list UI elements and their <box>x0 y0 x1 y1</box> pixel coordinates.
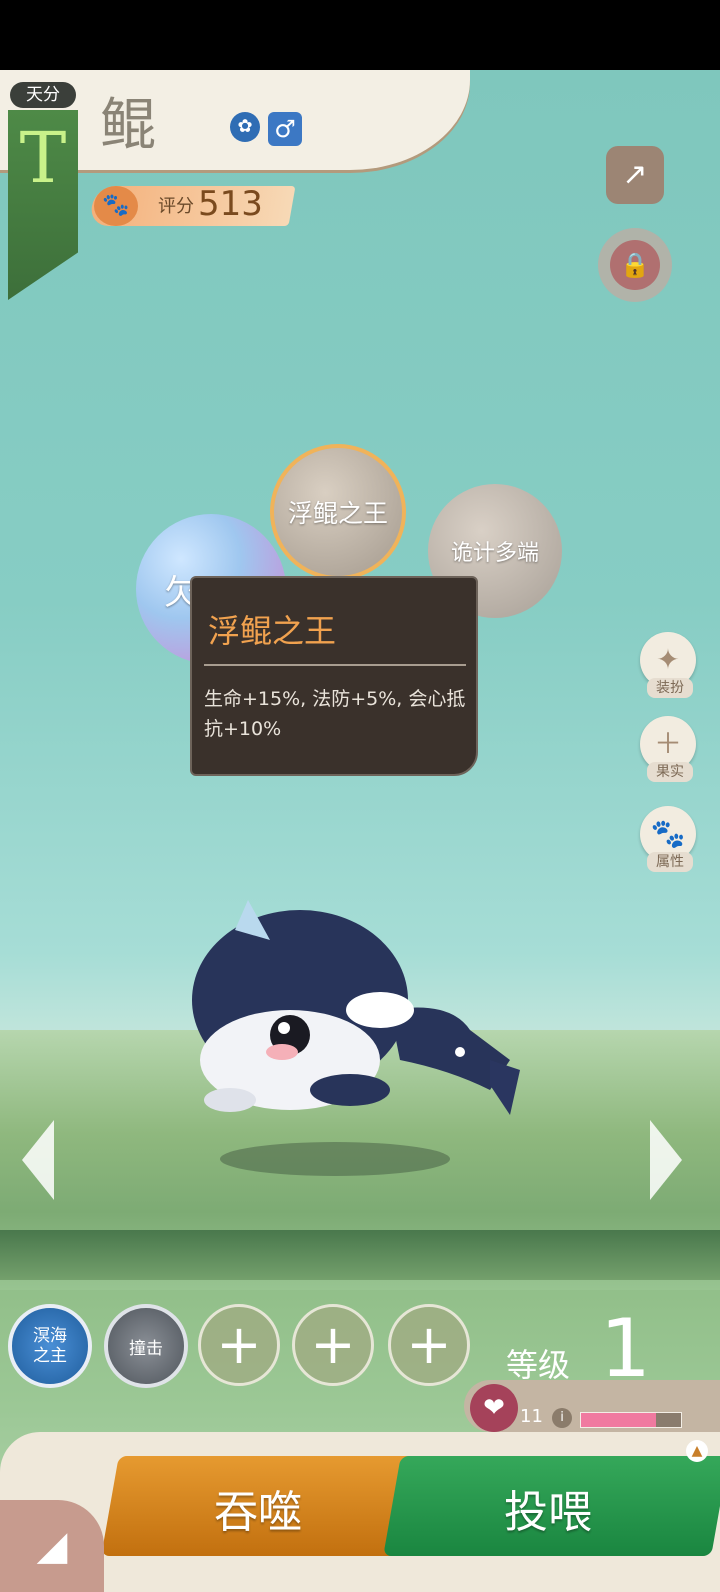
upgrade-arrow-icon: ▲ <box>686 1440 708 1462</box>
fruit-label: 果实 <box>647 762 693 782</box>
add-skill-button[interactable]: + <box>292 1304 374 1386</box>
info-icon[interactable]: i <box>552 1408 572 1428</box>
pet-name: 鲲 <box>100 93 156 158</box>
trait-tooltip: 浮鲲之王 生命+15%, 法防+5%, 会心抵抗+10% <box>190 576 478 776</box>
skill-slot-1[interactable]: 溟海之主 <box>8 1304 92 1388</box>
dress-button[interactable]: ✦ 装扮 <box>640 632 700 698</box>
skill-1-label: 溟海之主 <box>33 1326 67 1366</box>
app-logo-button[interactable]: ◢ <box>0 1500 104 1592</box>
affection-bar-fill <box>581 1413 656 1427</box>
add-skill-button[interactable]: + <box>388 1304 470 1386</box>
trait-bubble-selected[interactable]: 浮鲲之王 <box>270 444 406 580</box>
affection-count: 11 <box>520 1406 543 1427</box>
attributes-button[interactable]: 🐾 属性 <box>640 806 700 872</box>
next-pet-arrow[interactable] <box>650 1120 682 1200</box>
share-button[interactable]: ↗ <box>606 146 664 204</box>
lock-button[interactable]: 🔒 <box>598 228 672 302</box>
grass-band <box>0 1230 720 1280</box>
score-value: 513 <box>198 184 263 224</box>
skill-2-label: 撞击 <box>129 1338 163 1359</box>
gender-icon: ♂ <box>268 112 302 146</box>
tier-label: 天分 <box>10 82 76 108</box>
affection-bar <box>580 1412 682 1428</box>
feed-label: 投喂 <box>504 1487 592 1538</box>
score-label: 评分 <box>158 196 194 217</box>
whale-pet[interactable] <box>190 900 530 1140</box>
tooltip-body: 生命+15%, 法防+5%, 会心抵抗+10% <box>204 688 466 740</box>
trait-main-label: 浮鲲之王 <box>287 499 388 528</box>
status-bar <box>0 0 720 70</box>
tooltip-title: 浮鲲之王 <box>208 612 337 650</box>
tier-grade: T <box>19 117 67 199</box>
lock-icon: 🔒 <box>610 240 660 290</box>
heart-icon: ❤ <box>470 1384 518 1432</box>
skill-slot-2[interactable]: 撞击 <box>104 1304 188 1388</box>
pet-shadow <box>220 1142 450 1176</box>
trait-right-label: 诡计多端 <box>450 541 539 566</box>
prev-pet-arrow[interactable] <box>22 1120 54 1200</box>
tooltip-divider <box>204 664 466 666</box>
dress-label: 装扮 <box>647 678 693 698</box>
attributes-label: 属性 <box>647 852 693 872</box>
element-icon[interactable]: ✿ <box>230 112 260 142</box>
paw-icon: 🐾 <box>94 186 138 226</box>
devour-label: 吞噬 <box>214 1487 302 1538</box>
add-skill-button[interactable]: + <box>198 1304 280 1386</box>
fruit-button[interactable]: ＋ 果实 <box>640 716 700 782</box>
